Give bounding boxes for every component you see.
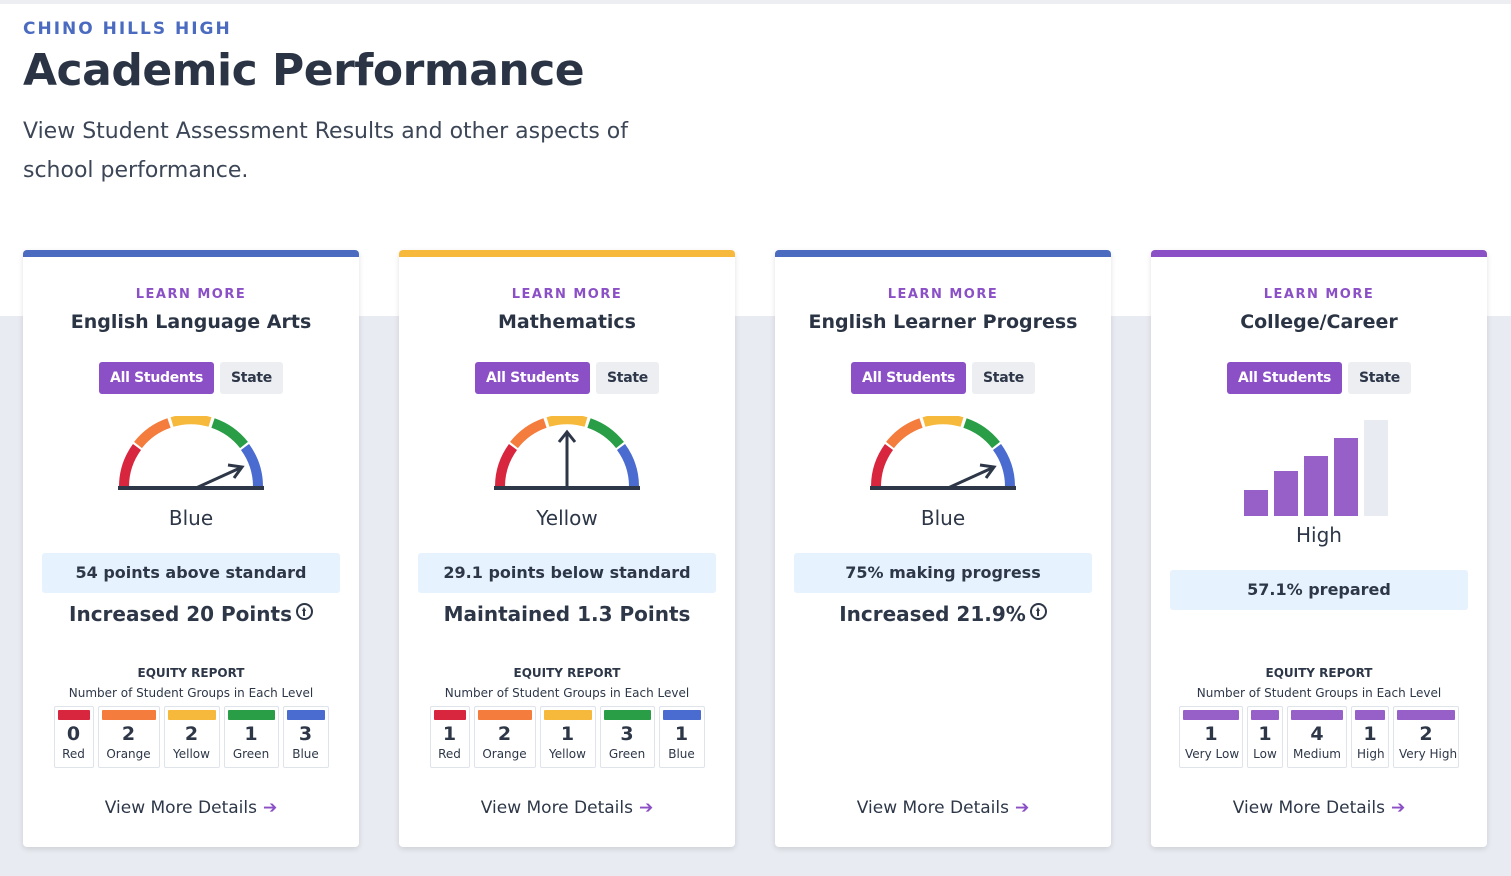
student-toggle: All Students State — [23, 362, 359, 394]
equity-cell-green: 3 Green — [599, 706, 655, 768]
level-label: Blue — [168, 506, 214, 530]
card-accent-bar — [399, 250, 735, 257]
status-value: 57.1% prepared — [1170, 570, 1468, 610]
equity-cell-green: 1 Green — [223, 706, 279, 768]
equity-report-title: EQUITY REPORT — [513, 666, 621, 680]
view-more-details-label: View More Details — [104, 798, 257, 818]
all-students-button[interactable]: All Students — [851, 362, 967, 394]
arrow-right-icon: ➔ — [1014, 798, 1030, 818]
equity-report-title: EQUITY REPORT — [1265, 666, 1373, 680]
equity-cell-yellow: 2 Yellow — [163, 706, 220, 768]
change-label: Increased 21.9% — [839, 602, 1026, 626]
equity-cell-low: 1 Low — [1247, 706, 1283, 768]
equity-cell-orange: 2 Orange — [473, 706, 536, 768]
gauge-icon — [494, 416, 640, 490]
equity-cell-very-high: 2 Very High — [1393, 706, 1459, 768]
info-icon[interactable] — [1029, 603, 1047, 620]
info-icon[interactable] — [295, 603, 313, 620]
card-title: English Language Arts — [70, 311, 312, 333]
view-more-details-label: View More Details — [480, 798, 633, 818]
gauge-icon — [870, 416, 1016, 490]
change-label: Increased 20 Points — [69, 602, 292, 626]
status-value: 54 points above standard — [42, 553, 340, 593]
equity-report-row: 1 Very Low 1 Low 4 Medium 1 High 2 Very High — [1151, 706, 1487, 768]
change-text: Increased 20 Points — [23, 602, 359, 626]
equity-report-row: 1 Red 2 Orange 1 Yellow 3 Green 1 Blue — [399, 706, 735, 768]
arrow-right-icon: ➔ — [1390, 798, 1406, 818]
card-title: Mathematics — [497, 311, 636, 333]
view-more-details-label: View More Details — [1232, 798, 1385, 818]
all-students-button[interactable]: All Students — [99, 362, 215, 394]
status-value: 75% making progress — [794, 553, 1092, 593]
equity-cell-red: 1 Red — [429, 706, 470, 768]
arrow-right-icon: ➔ — [638, 798, 654, 818]
state-button[interactable]: State — [220, 362, 283, 394]
card-mathematics: LEARN MORE Mathematics All Students Stat… — [399, 250, 735, 847]
equity-report-subtitle: Number of Student Groups in Each Level — [444, 686, 690, 700]
equity-report-row: 0 Red 2 Orange 2 Yellow 1 Green 3 Blue — [23, 706, 359, 768]
learn-more-link[interactable]: LEARN MORE — [399, 287, 735, 302]
learn-more-link[interactable]: LEARN MORE — [23, 287, 359, 302]
equity-cell-red: 0 Red — [53, 706, 94, 768]
change-text: Maintained 1.3 Points — [443, 602, 691, 626]
page-subtitle: View Student Assessment Results and othe… — [23, 119, 628, 183]
card-accent-bar — [775, 250, 1111, 257]
gauge-icon — [118, 416, 264, 490]
equity-cell-high: 1 High — [1351, 706, 1389, 768]
view-more-details-link[interactable]: View More Details ➔ — [1151, 798, 1487, 818]
change-text: Increased 21.9% — [775, 602, 1111, 626]
equity-report-subtitle: Number of Student Groups in Each Level — [68, 686, 314, 700]
learn-more-link[interactable]: LEARN MORE — [775, 287, 1111, 302]
equity-cell-blue: 3 Blue — [282, 706, 329, 768]
card-college-career: LEARN MORE College/Career All Students S… — [1151, 250, 1487, 847]
card-english-learner-progress: LEARN MORE English Learner Progress All … — [775, 250, 1111, 847]
state-button[interactable]: State — [596, 362, 659, 394]
card-english-language-arts: LEARN MORE English Language Arts All Stu… — [23, 250, 359, 847]
student-toggle: All Students State — [1151, 362, 1487, 394]
state-button[interactable]: State — [972, 362, 1035, 394]
student-toggle: All Students State — [399, 362, 735, 394]
equity-cell-orange: 2 Orange — [97, 706, 160, 768]
card-accent-bar — [23, 250, 359, 257]
card-accent-bar — [1151, 250, 1487, 257]
level-label: Yellow — [536, 506, 598, 530]
equity-report-subtitle: Number of Student Groups in Each Level — [1196, 686, 1442, 700]
all-students-button[interactable]: All Students — [1227, 362, 1343, 394]
view-more-details-label: View More Details — [856, 798, 1009, 818]
state-button[interactable]: State — [1348, 362, 1411, 394]
view-more-details-link[interactable]: View More Details ➔ — [775, 798, 1111, 818]
equity-report-title: EQUITY REPORT — [137, 666, 245, 680]
page-title: Academic Performance — [23, 45, 585, 96]
equity-cell-very-low: 1 Very Low — [1179, 706, 1243, 768]
school-name: CHINO HILLS HIGH — [23, 19, 232, 39]
view-more-details-link[interactable]: View More Details ➔ — [23, 798, 359, 818]
level-bars-icon — [1244, 420, 1388, 516]
learn-more-link[interactable]: LEARN MORE — [1151, 287, 1487, 302]
level-label: High — [1296, 523, 1342, 547]
all-students-button[interactable]: All Students — [475, 362, 591, 394]
arrow-right-icon: ➔ — [262, 798, 278, 818]
equity-cell-medium: 4 Medium — [1287, 706, 1347, 768]
level-label: Blue — [920, 506, 966, 530]
status-value: 29.1 points below standard — [418, 553, 716, 593]
equity-cell-blue: 1 Blue — [658, 706, 705, 768]
view-more-details-link[interactable]: View More Details ➔ — [399, 798, 735, 818]
card-title: College/Career — [1240, 311, 1398, 333]
student-toggle: All Students State — [775, 362, 1111, 394]
equity-cell-yellow: 1 Yellow — [539, 706, 596, 768]
card-title: English Learner Progress — [808, 311, 1078, 333]
